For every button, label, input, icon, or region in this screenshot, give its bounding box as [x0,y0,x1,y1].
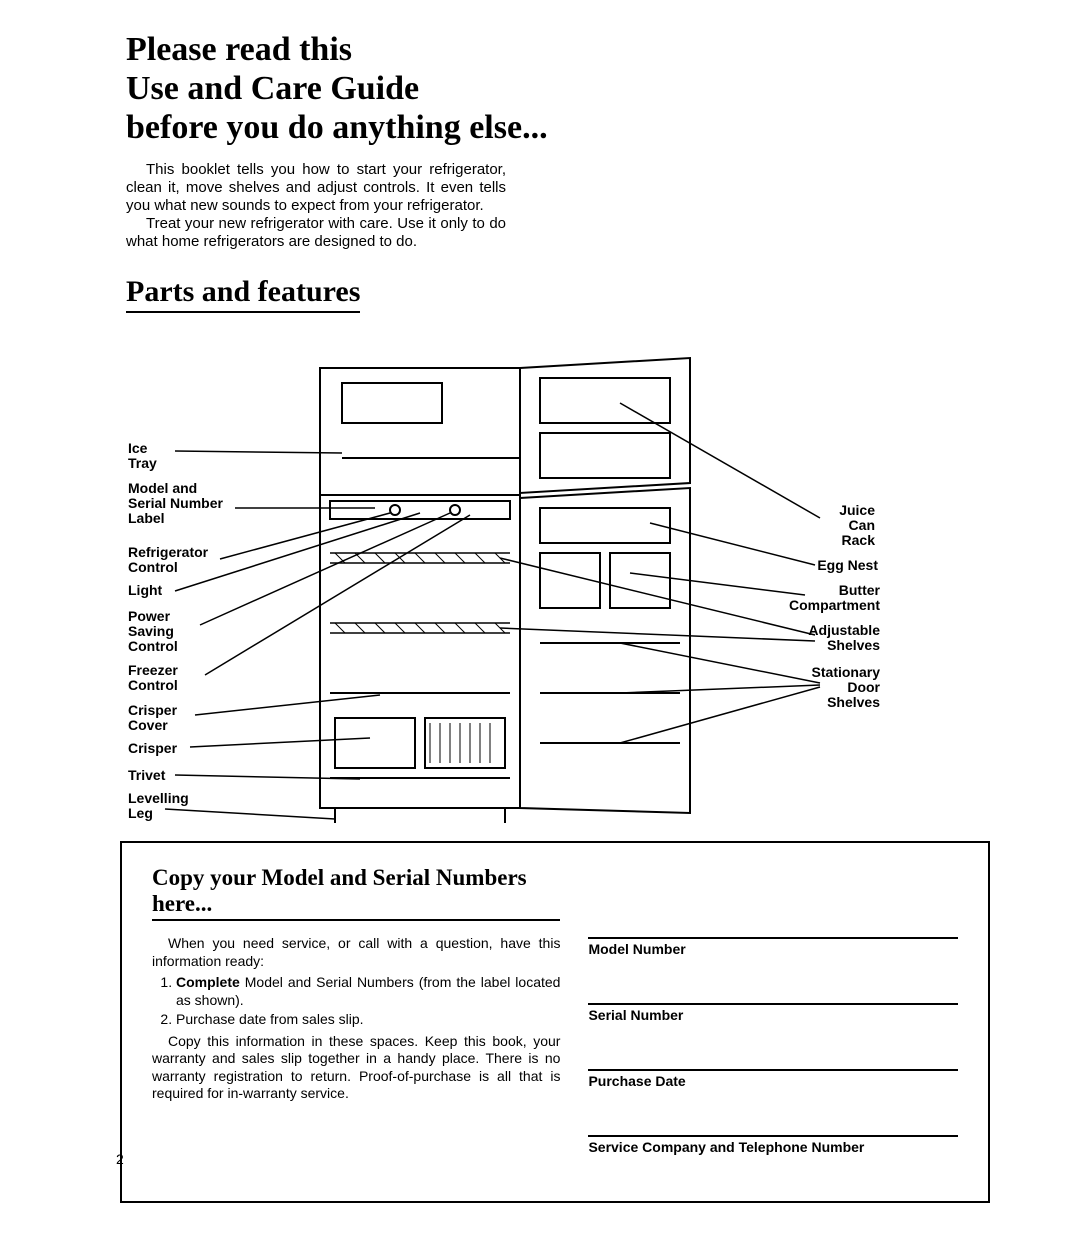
page-number: 2 [116,1151,124,1167]
label-crisper: Crisper [128,741,177,756]
info-right-column: Model Number Serial Number Purchase Date… [588,865,958,1173]
parts-diagram: IceTray Model andSerial NumberLabel Refr… [120,323,880,833]
label-refrigerator-control: RefrigeratorControl [128,545,208,574]
label-stationary-door-shelves: StationaryDoorShelves [800,665,880,709]
serial-number-label: Serial Number [588,1007,958,1023]
label-adjustable-shelves: AdjustableShelves [800,623,880,652]
info-list-item-2: Purchase date from sales slip. [176,1011,560,1029]
model-number-label: Model Number [588,941,958,957]
info-li1-bold: Complete [176,974,240,990]
refrigerator-illustration [120,323,880,833]
label-butter-compartment: ButterCompartment [780,583,880,612]
label-ice-tray: IceTray [128,441,157,470]
label-trivet: Trivet [128,768,165,783]
intro-paragraph-2: Treat your new refrigerator with care. U… [126,215,506,251]
heading-line-2: Use and Care Guide [126,70,419,107]
info-box-text: When you need service, or call with a qu… [152,935,560,1103]
model-number-line[interactable] [588,909,958,939]
serial-number-line[interactable] [588,975,958,1005]
info-list-item-1: Complete Model and Serial Numbers (from … [176,974,560,1009]
info-paragraph-2: Copy this information in these spaces. K… [152,1033,560,1103]
model-serial-info-box: Copy your Model and Serial Numbers here.… [120,841,990,1203]
label-freezer-control: FreezerControl [128,663,178,692]
service-company-label: Service Company and Telephone Number [588,1139,958,1155]
label-crisper-cover: CrisperCover [128,703,177,732]
intro-paragraph-1: This booklet tells you how to start your… [126,161,506,215]
manual-page: Please read this Use and Care Guide befo… [0,0,1080,1241]
label-power-saving-control: PowerSavingControl [128,609,178,653]
heading-line-1: Please read this [126,31,352,68]
label-juice-can-rack: JuiceCanRack [820,503,875,547]
purchase-date-line[interactable] [588,1041,958,1071]
heading-line-3: before you do anything else... [126,109,548,146]
service-company-line[interactable] [588,1107,958,1137]
info-left-column: Copy your Model and Serial Numbers here.… [152,865,560,1173]
label-egg-nest: Egg Nest [812,558,878,573]
intro-text: This booklet tells you how to start your… [126,161,506,251]
label-levelling-leg: LevellingLeg [128,791,189,820]
info-box-heading: Copy your Model and Serial Numbers here.… [152,865,560,921]
label-model-serial: Model andSerial NumberLabel [128,481,223,525]
info-paragraph-1: When you need service, or call with a qu… [152,935,560,970]
purchase-date-label: Purchase Date [588,1073,958,1089]
label-light: Light [128,583,162,598]
main-heading: Please read this Use and Care Guide befo… [126,30,990,147]
parts-features-heading: Parts and features [126,275,360,313]
